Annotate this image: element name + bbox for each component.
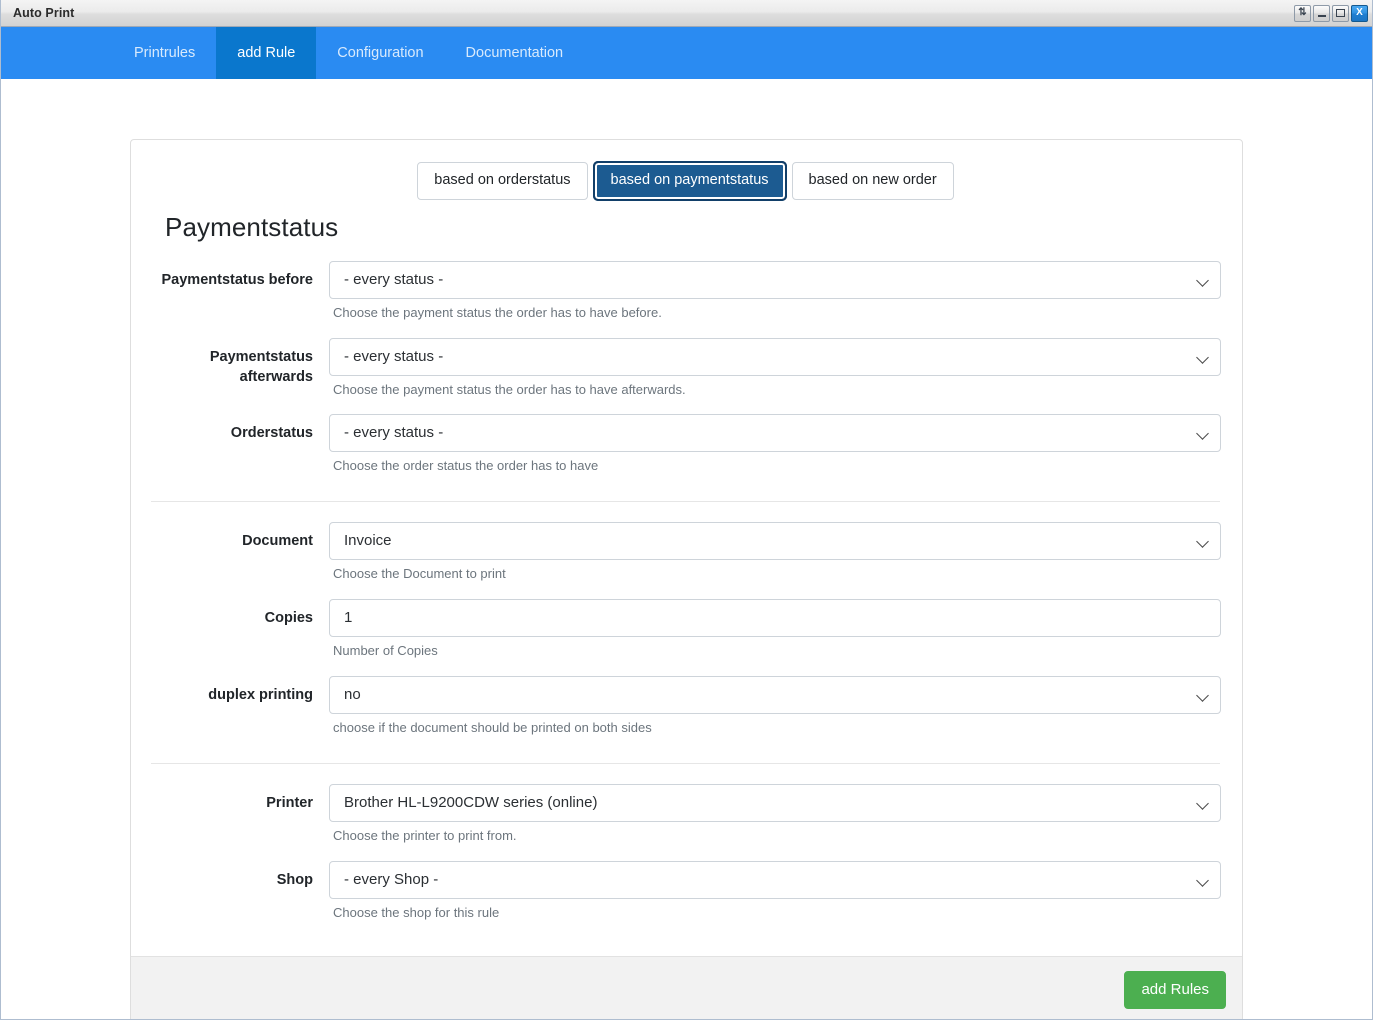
help-paymentstatus-afterwards: Choose the payment status the order has … bbox=[333, 381, 686, 397]
rule-form-card: based on orderstatus based on paymentsta… bbox=[130, 139, 1243, 1019]
tab-based-on-paymentstatus[interactable]: based on paymentstatus bbox=[592, 161, 787, 201]
label-document: Document bbox=[242, 533, 313, 550]
section-divider-1 bbox=[151, 501, 1220, 503]
main-navigation: Printrules add Rule Configuration Docume… bbox=[1, 27, 1372, 79]
select-paymentstatus-before[interactable]: - every status - bbox=[329, 260, 1221, 299]
nav-item-configuration[interactable]: Configuration bbox=[316, 27, 444, 79]
maximize-square bbox=[1336, 9, 1345, 17]
select-wrap-duplex-printing: no bbox=[329, 676, 1221, 715]
restore-glyph: ⇅ bbox=[1298, 7, 1307, 18]
label-copies: Copies bbox=[264, 610, 313, 627]
nav-item-printrules[interactable]: Printrules bbox=[113, 27, 216, 79]
maximize-icon[interactable] bbox=[1332, 4, 1349, 22]
label-shop: Shop bbox=[276, 871, 313, 888]
select-wrap-paymentstatus-afterwards: - every status - bbox=[329, 337, 1221, 376]
field-row-copies: Copies 1 Number of Copies bbox=[149, 599, 1222, 672]
page-content: based on orderstatus based on paymentsta… bbox=[1, 79, 1372, 1019]
field-row-paymentstatus-before: Paymentstatus before - every status - Ch… bbox=[149, 260, 1222, 334]
select-wrap-printer: Brother HL-L9200CDW series (online) bbox=[329, 784, 1221, 823]
window-title: Auto Print bbox=[13, 6, 75, 20]
close-glyph: X bbox=[1356, 7, 1363, 18]
label-duplex-printing: duplex printing bbox=[208, 687, 313, 704]
page-title: Paymentstatus bbox=[165, 211, 339, 242]
window-controls: ⇅ X bbox=[1294, 4, 1368, 22]
help-paymentstatus-before: Choose the payment status the order has … bbox=[333, 304, 662, 320]
select-paymentstatus-afterwards[interactable]: - every status - bbox=[329, 337, 1221, 376]
window-titlebar: Auto Print ⇅ X bbox=[1, 0, 1372, 27]
minimize-bar bbox=[1317, 15, 1326, 17]
select-shop[interactable]: - every Shop - bbox=[329, 860, 1221, 899]
field-row-shop: Shop - every Shop - Choose the shop for … bbox=[149, 860, 1222, 934]
label-paymentstatus-afterwards: Paymentstatus afterwards bbox=[209, 348, 313, 385]
input-copies[interactable]: 1 bbox=[329, 599, 1221, 638]
control-duplex-printing: no choose if the document should be prin… bbox=[329, 676, 1222, 749]
nav-item-documentation[interactable]: Documentation bbox=[445, 27, 585, 79]
field-row-document: Document Invoice Choose the Document to … bbox=[149, 522, 1222, 595]
application-window: Auto Print ⇅ X Printrules add Rule Confi… bbox=[0, 0, 1373, 1020]
control-orderstatus: - every status - Choose the order status… bbox=[329, 414, 1222, 487]
content-container: based on orderstatus based on paymentsta… bbox=[130, 79, 1243, 1019]
control-shop: - every Shop - Choose the shop for this … bbox=[329, 860, 1222, 934]
nav-item-add-rule[interactable]: add Rule bbox=[216, 27, 317, 79]
control-copies: 1 Number of Copies bbox=[329, 599, 1222, 672]
select-wrap-document: Invoice bbox=[329, 522, 1221, 561]
help-document: Choose the Document to print bbox=[333, 566, 506, 582]
help-printer: Choose the printer to print from. bbox=[333, 828, 517, 844]
field-row-printer: Printer Brother HL-L9200CDW series (onli… bbox=[149, 784, 1222, 857]
section-divider-2 bbox=[151, 763, 1220, 765]
select-printer[interactable]: Brother HL-L9200CDW series (online) bbox=[329, 784, 1221, 823]
restore-icon[interactable]: ⇅ bbox=[1294, 4, 1311, 22]
label-orderstatus: Orderstatus bbox=[230, 425, 313, 442]
tab-based-on-orderstatus[interactable]: based on orderstatus bbox=[417, 162, 588, 200]
help-shop: Choose the shop for this rule bbox=[333, 904, 500, 920]
control-paymentstatus-before: - every status - Choose the payment stat… bbox=[329, 260, 1222, 334]
control-printer: Brother HL-L9200CDW series (online) Choo… bbox=[329, 784, 1222, 857]
help-orderstatus: Choose the order status the order has to… bbox=[333, 458, 599, 474]
rule-form-footer: add Rules bbox=[131, 955, 1242, 1019]
select-wrap-shop: - every Shop - bbox=[329, 860, 1221, 899]
control-document: Invoice Choose the Document to print bbox=[329, 522, 1222, 595]
field-row-orderstatus: Orderstatus - every status - Choose the … bbox=[149, 414, 1222, 487]
select-wrap-orderstatus: - every status - bbox=[329, 414, 1221, 453]
rule-type-tabs: based on orderstatus based on paymentsta… bbox=[149, 161, 1222, 201]
add-rules-button[interactable]: add Rules bbox=[1124, 970, 1226, 1009]
select-document[interactable]: Invoice bbox=[329, 522, 1221, 561]
label-paymentstatus-before: Paymentstatus before bbox=[161, 271, 314, 288]
field-row-duplex-printing: duplex printing no choose if the documen… bbox=[149, 676, 1222, 749]
label-printer: Printer bbox=[266, 795, 313, 812]
select-duplex-printing[interactable]: no bbox=[329, 676, 1221, 715]
control-paymentstatus-afterwards: - every status - Choose the payment stat… bbox=[329, 337, 1222, 411]
close-icon[interactable]: X bbox=[1351, 4, 1368, 22]
help-duplex-printing: choose if the document should be printed… bbox=[333, 720, 652, 736]
rule-form-body: based on orderstatus based on paymentsta… bbox=[131, 140, 1242, 956]
select-orderstatus[interactable]: - every status - bbox=[329, 414, 1221, 453]
select-wrap-paymentstatus-before: - every status - bbox=[329, 260, 1221, 299]
help-copies: Number of Copies bbox=[333, 643, 438, 659]
field-row-paymentstatus-afterwards: Paymentstatus afterwards - every status … bbox=[149, 337, 1222, 411]
minimize-icon[interactable] bbox=[1313, 4, 1330, 22]
tab-based-on-new-order[interactable]: based on new order bbox=[791, 162, 954, 200]
